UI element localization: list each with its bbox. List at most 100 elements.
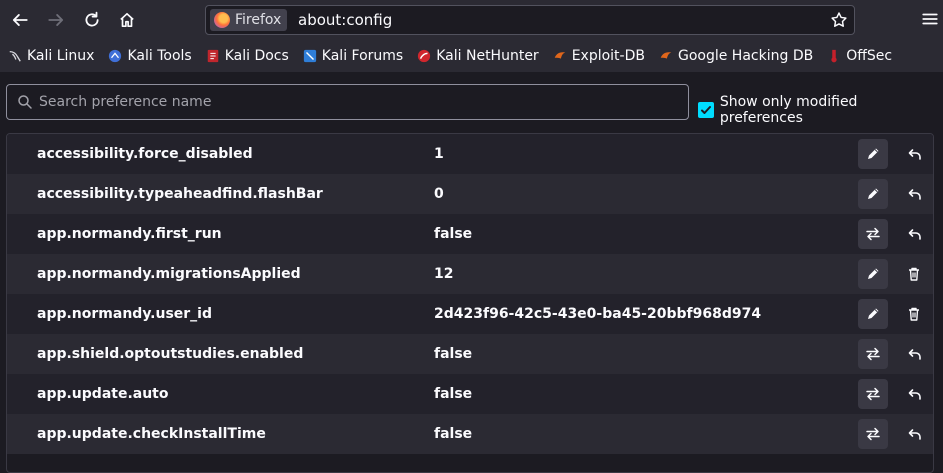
preferences-table: accessibility.force_disabled 1 accessibili…	[6, 133, 934, 473]
home-button[interactable]	[113, 6, 141, 34]
pref-value[interactable]: 2d423f96-42c5-43e0-ba45-20bbf968d974	[434, 306, 761, 322]
bookmark-exploit-db[interactable]: Exploit-DB	[553, 48, 645, 64]
bookmark-label: Kali Linux	[27, 48, 95, 64]
search-placeholder: Search preference name	[39, 94, 212, 110]
pref-row[interactable]: app.normandy.user_id 2d423f96-42c5-43e0-b…	[7, 294, 933, 334]
edit-button[interactable]	[858, 299, 888, 329]
kali-dragon-icon	[9, 50, 21, 62]
url-bar[interactable]: Firefox about:config	[205, 5, 855, 35]
reset-button[interactable]	[899, 339, 929, 369]
bookmarks-toolbar: Kali Linux Kali Tools Kali Docs Kali For…	[0, 40, 943, 72]
search-icon	[18, 95, 32, 109]
show-modified-checkbox[interactable]	[698, 102, 714, 118]
show-modified-label: Show only modified preferences	[719, 94, 858, 126]
edit-button[interactable]	[858, 179, 888, 209]
pref-value[interactable]: 1	[434, 146, 444, 162]
search-preference-input[interactable]: Search preference name	[6, 84, 689, 120]
checkmark-icon	[700, 106, 711, 114]
toggle-arrows-icon	[866, 227, 880, 241]
bookmark-label: Kali Docs	[224, 48, 289, 64]
exploit-db-icon	[554, 52, 565, 59]
pref-value[interactable]: false	[434, 386, 472, 402]
kali-tools-icon	[109, 49, 122, 63]
delete-trash-icon	[909, 267, 919, 281]
pref-row[interactable]: app.update.checkInstallTime false	[7, 414, 933, 454]
edit-pencil-icon	[868, 308, 879, 319]
bookmark-kali-linux[interactable]: Kali Linux	[8, 48, 94, 64]
pref-name: accessibility.typeaheadfind.flashBar	[37, 186, 323, 202]
bookmark-kali-forums[interactable]: Kali Forums	[303, 48, 403, 64]
pref-row[interactable]: app.shield.optoutstudies.enabled false	[7, 334, 933, 374]
pref-row[interactable]: app.update.auto false	[7, 374, 933, 414]
bookmark-label: Kali Tools	[127, 48, 192, 64]
identity-box[interactable]: Firefox	[210, 9, 288, 31]
reload-icon	[85, 11, 99, 27]
bookmark-google-hacking-db[interactable]: Google Hacking DB	[659, 48, 813, 64]
pref-value[interactable]: false	[434, 426, 472, 442]
reset-undo-icon	[908, 149, 921, 160]
toggle-arrows-icon	[866, 347, 880, 361]
kali-forums-icon	[303, 49, 316, 63]
hamburger-menu-icon[interactable]	[921, 10, 939, 28]
toggle-button[interactable]	[858, 219, 888, 249]
pref-name: app.shield.optoutstudies.enabled	[37, 346, 304, 362]
navigation-toolbar: Firefox about:config	[0, 0, 943, 40]
pref-value[interactable]: 0	[434, 186, 444, 202]
bookmark-star-icon[interactable]	[830, 11, 848, 29]
bookmark-label: Google Hacking DB	[677, 48, 814, 64]
delete-button[interactable]	[899, 299, 929, 329]
pref-row[interactable]: accessibility.force_disabled 1	[7, 134, 933, 174]
pref-row[interactable]: accessibility.typeaheadfind.flashBar 0	[7, 174, 933, 214]
edit-pencil-icon	[868, 188, 879, 199]
pref-row[interactable]: app.normandy.migrationsApplied 12	[7, 254, 933, 294]
edit-button[interactable]	[858, 139, 888, 169]
reset-button[interactable]	[899, 219, 929, 249]
pref-name: accessibility.force_disabled	[37, 146, 253, 162]
bookmark-label: Kali Forums	[321, 48, 404, 64]
bookmark-kali-tools[interactable]: Kali Tools	[108, 48, 192, 64]
bookmark-kali-docs[interactable]: Kali Docs	[206, 48, 289, 64]
toggle-button[interactable]	[858, 339, 888, 369]
pref-value[interactable]: 12	[434, 266, 453, 282]
pref-name: app.normandy.migrationsApplied	[37, 266, 301, 282]
reset-undo-icon	[908, 189, 921, 200]
edit-button[interactable]	[858, 259, 888, 289]
reset-undo-icon	[908, 389, 921, 400]
pref-value[interactable]: false	[434, 226, 472, 242]
home-icon	[120, 12, 134, 28]
back-arrow-icon	[12, 14, 28, 26]
offsec-icon	[831, 49, 837, 63]
url-text[interactable]: about:config	[298, 11, 392, 29]
kali-docs-icon	[207, 49, 218, 63]
toggle-arrows-icon	[866, 427, 880, 441]
forward-arrow-icon	[48, 14, 64, 26]
edit-pencil-icon	[868, 148, 879, 159]
reset-button[interactable]	[899, 379, 929, 409]
pref-value[interactable]: false	[434, 346, 472, 362]
forward-button[interactable]	[42, 6, 70, 34]
pref-name: app.update.auto	[37, 386, 169, 402]
reset-button[interactable]	[899, 419, 929, 449]
delete-button[interactable]	[899, 259, 929, 289]
bookmark-label: Kali NetHunter	[436, 48, 539, 64]
toggle-arrows-icon	[866, 387, 880, 401]
bookmark-offsec[interactable]: OffSec	[827, 48, 892, 64]
toggle-button[interactable]	[858, 419, 888, 449]
reset-undo-icon	[908, 229, 921, 240]
nethunter-icon	[418, 49, 431, 63]
reset-button[interactable]	[899, 179, 929, 209]
show-modified-toggle[interactable]: Show only modified preferences	[698, 94, 943, 126]
back-button[interactable]	[6, 6, 34, 34]
bookmark-kali-nethunter[interactable]: Kali NetHunter	[417, 48, 539, 64]
toggle-button[interactable]	[858, 379, 888, 409]
edit-pencil-icon	[868, 268, 879, 279]
reset-button[interactable]	[899, 139, 929, 169]
delete-trash-icon	[909, 307, 919, 321]
pref-name: app.normandy.user_id	[37, 306, 212, 322]
ghdb-icon	[660, 52, 672, 59]
reset-undo-icon	[908, 349, 921, 360]
reset-undo-icon	[908, 429, 921, 440]
reload-button[interactable]	[78, 6, 106, 34]
firefox-logo-icon	[214, 12, 230, 28]
pref-row[interactable]: app.normandy.first_run false	[7, 214, 933, 254]
